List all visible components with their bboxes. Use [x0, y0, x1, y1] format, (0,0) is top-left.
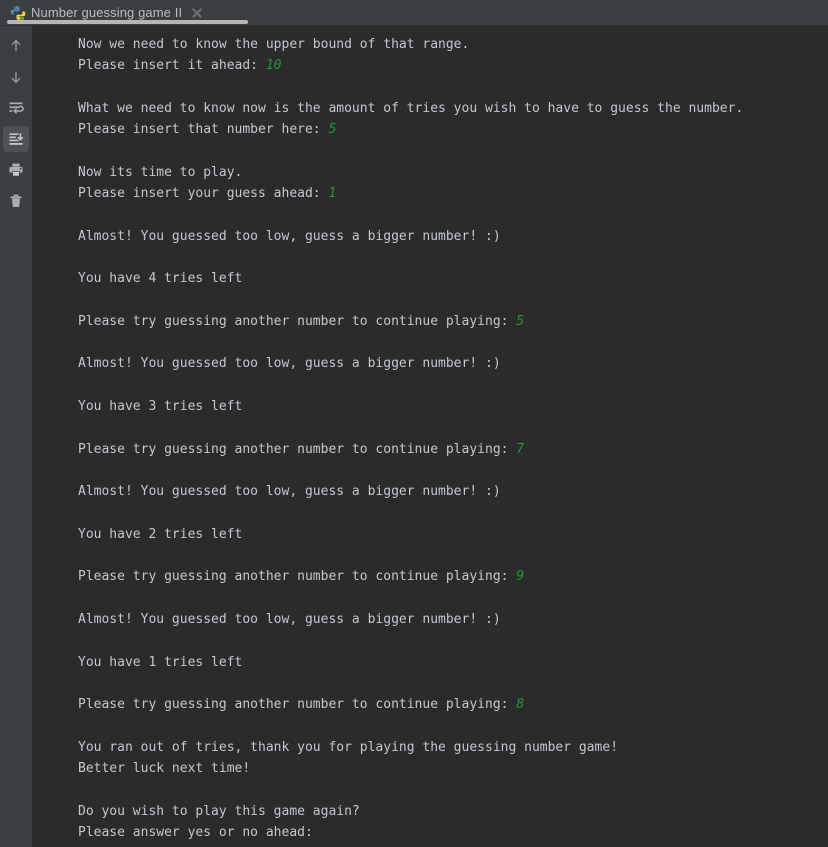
console-line: Please insert your guess ahead: 1: [78, 183, 828, 204]
console-user-input-value: 5: [328, 122, 337, 138]
console-line-text: Almost! You guessed too low, guess a big…: [78, 612, 501, 628]
console-line: Please try guessing another number to co…: [78, 694, 828, 715]
console-line: Almost! You guessed too low, guess a big…: [78, 481, 828, 502]
console-line: You have 1 tries left: [78, 652, 828, 673]
console-line: Almost! You guessed too low, guess a big…: [78, 353, 828, 374]
console-line-text: You have 3 tries left: [78, 399, 243, 415]
console-line: Please try guessing another number to co…: [78, 439, 828, 460]
console-line-text: Do you wish to play this game again?: [78, 803, 360, 819]
console-line-text: Almost! You guessed too low, guess a big…: [78, 484, 501, 500]
console-line: You have 3 tries left: [78, 396, 828, 417]
console-line-text: Please try guessing another number to co…: [78, 569, 517, 585]
console-user-input-value: 1: [328, 186, 337, 202]
console-text: Now we need to know the upper bound of t…: [78, 34, 828, 843]
console-line-text: What we need to know now is the amount o…: [78, 100, 744, 116]
console-user-input-value: 7: [516, 441, 525, 457]
close-icon[interactable]: [190, 6, 204, 20]
console-line-text: Please try guessing another number to co…: [78, 313, 517, 329]
tab-title: Number guessing game II: [31, 4, 183, 20]
scroll-to-end-icon[interactable]: [3, 126, 29, 152]
console-line: Please try guessing another number to co…: [78, 311, 828, 332]
down-arrow-icon[interactable]: [3, 64, 29, 90]
console-line-text: Almost! You guessed too low, guess a big…: [78, 356, 501, 372]
console-line: Please try guessing another number to co…: [78, 566, 828, 587]
console-line-text: Please insert your guess ahead:: [78, 186, 329, 202]
console-line: You have 4 tries left: [78, 268, 828, 289]
console-line-text: Please insert that number here:: [78, 122, 329, 138]
trash-icon[interactable]: [3, 188, 29, 214]
console-line: Please insert it ahead: 10: [78, 55, 828, 76]
console-line: What we need to know now is the amount o…: [78, 98, 828, 119]
run-console-window: Number guessing game II Now we need to k…: [0, 0, 828, 847]
console-user-input-value: 5: [516, 313, 525, 329]
console-body: Now we need to know the upper bound of t…: [0, 26, 828, 847]
console-toolbar: [0, 26, 33, 847]
console-line-text: Almost! You guessed too low, guess a big…: [78, 228, 501, 244]
console-line: Almost! You guessed too low, guess a big…: [78, 609, 828, 630]
console-line-text: Please answer yes or no ahead:: [78, 824, 313, 840]
console-line-text: Now its time to play.: [78, 164, 243, 180]
python-file-icon: [10, 5, 26, 21]
tab-bar: Number guessing game II: [0, 0, 828, 26]
console-line: Better luck next time!: [78, 758, 828, 779]
console-line-text: Please insert it ahead:: [78, 58, 266, 74]
console-line: You ran out of tries, thank you for play…: [78, 737, 828, 758]
console-line-text: Please try guessing another number to co…: [78, 697, 517, 713]
soft-wrap-icon[interactable]: [3, 95, 29, 121]
console-line-text: You have 1 tries left: [78, 654, 243, 670]
console-user-input-value: 10: [265, 58, 282, 74]
console-line-text: You have 2 tries left: [78, 526, 243, 542]
active-tab-indicator: [7, 20, 248, 24]
console-line: Please insert that number here: 5: [78, 119, 828, 140]
console-user-input-value: 8: [516, 697, 525, 713]
console-line: Now we need to know the upper bound of t…: [78, 34, 828, 55]
console-line: Do you wish to play this game again?: [78, 801, 828, 822]
console-user-input-value: 9: [516, 569, 525, 585]
console-line: Almost! You guessed too low, guess a big…: [78, 226, 828, 247]
console-output-area[interactable]: Now we need to know the upper bound of t…: [33, 26, 828, 847]
console-line-text: You have 4 tries left: [78, 271, 243, 287]
print-icon[interactable]: [3, 157, 29, 183]
console-line-text: Please try guessing another number to co…: [78, 441, 517, 457]
console-line: Please answer yes or no ahead:: [78, 822, 828, 843]
console-line: Now its time to play.: [78, 162, 828, 183]
up-arrow-icon[interactable]: [3, 33, 29, 59]
console-line: You have 2 tries left: [78, 524, 828, 545]
console-line-text: Now we need to know the upper bound of t…: [78, 37, 470, 52]
console-line-text: Better luck next time!: [78, 761, 251, 777]
console-line-text: You ran out of tries, thank you for play…: [78, 739, 619, 755]
